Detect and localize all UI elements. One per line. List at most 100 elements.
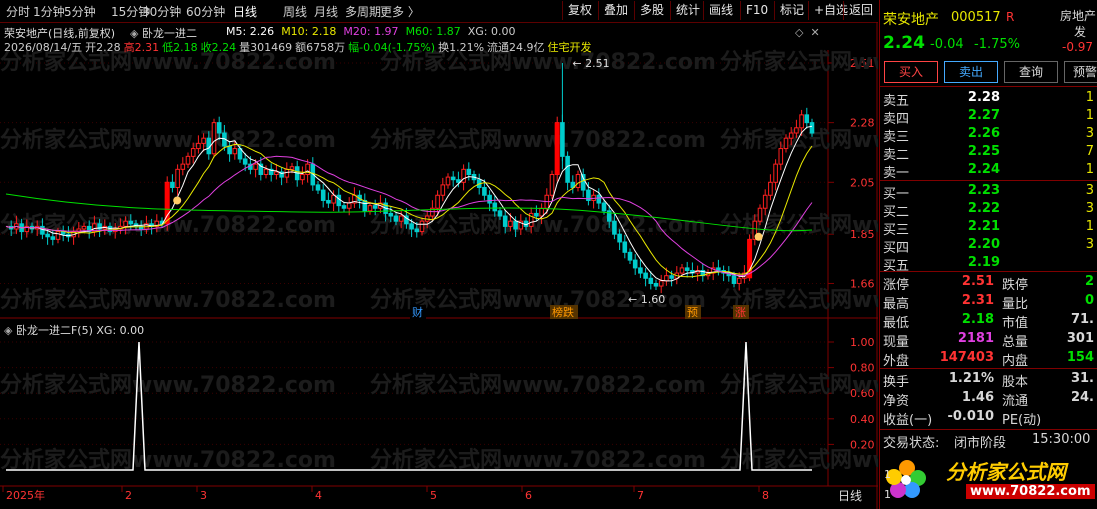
orderbook-row[interactable]: 卖四 2.27 1: [880, 107, 1097, 127]
candle-body: [123, 220, 128, 227]
ohlc-field: 2026/08/14/五: [4, 41, 83, 54]
buy-button[interactable]: 买入: [884, 61, 938, 83]
candle-body: [664, 275, 669, 282]
orderbook-row[interactable]: 买三 2.21 1: [880, 218, 1097, 238]
orderbook-volume: 7: [1085, 144, 1094, 159]
toolbar-button[interactable]: 标记: [774, 1, 809, 20]
watermark-text: 分析家公式网www.70822.com: [370, 447, 706, 473]
candle-body: [799, 114, 804, 129]
event-tag: 榜跌: [552, 305, 574, 319]
orderbook-price: 2.26: [967, 126, 1000, 141]
stat-value: 2.18: [961, 312, 994, 327]
price-tick-label: 2.05: [850, 176, 875, 189]
side-num: 1: [884, 468, 891, 481]
watermark-text: 分析家公式网www.70822.com: [0, 287, 336, 313]
period-tab[interactable]: 多周期: [345, 3, 381, 20]
ohlc-field: 换1.21%: [438, 41, 485, 54]
period-tab[interactable]: 更多 〉: [380, 3, 420, 20]
close-icon: ✕: [810, 26, 820, 39]
high-marker: ← 2.51: [572, 57, 609, 70]
orderbook-row[interactable]: 买一 2.23 3: [880, 182, 1097, 202]
candle-body: [731, 275, 737, 284]
candle-body: [643, 272, 648, 279]
quote-panel: 荣安地产 000517 R 房地产 发 2.24 -0.04 -1.75% -0…: [879, 0, 1097, 509]
stat-label: 最高: [883, 297, 910, 312]
orderbook-row[interactable]: 卖一 2.24 1: [880, 161, 1097, 181]
signal-dot: [173, 196, 182, 205]
limit-up-candle: [164, 182, 170, 224]
orderbook-volume: 1: [1085, 162, 1094, 177]
candle-body: [211, 122, 217, 155]
candle-body: [435, 194, 440, 209]
stat-value-2: 0: [1084, 293, 1094, 308]
orderbook-row[interactable]: 买四 2.20 3: [880, 236, 1097, 256]
period-tab[interactable]: 周线: [283, 3, 307, 20]
stat-value-2: 71.: [1070, 312, 1094, 327]
candle-body: [456, 179, 461, 183]
toolbar-button[interactable]: 画线: [703, 1, 738, 20]
orderbook-label: 卖一: [883, 166, 910, 181]
stat-value-2: 2: [1084, 274, 1094, 289]
trade-status-label: 交易状态:: [883, 436, 940, 451]
sub-tick-label: 0.40: [850, 413, 875, 426]
orderbook-row[interactable]: 卖二 2.25 7: [880, 143, 1097, 163]
toolbar-button[interactable]: 返回: [843, 1, 878, 20]
kline-chart-svg: 2.512.282.051.851.661.000.800.600.400.20…: [0, 22, 878, 509]
candle-body: [549, 174, 555, 196]
candle-body: [242, 158, 248, 165]
candle-body: [638, 267, 643, 274]
period-tab[interactable]: 分时: [6, 3, 30, 20]
stat-value-2: 301: [1066, 331, 1094, 346]
toolbar-button[interactable]: 多股: [634, 1, 669, 20]
orderbook-row[interactable]: 卖五 2.28 1: [880, 89, 1097, 109]
ohlc-field: 低2.18: [162, 41, 198, 54]
signal-dot: [754, 232, 763, 241]
candle-body: [185, 155, 191, 165]
toolbar-button[interactable]: 复权: [562, 1, 597, 20]
candle-body: [180, 163, 186, 170]
candle-body: [617, 233, 622, 243]
candle-body: [596, 194, 602, 204]
ma-label: M60: 1.87: [405, 25, 461, 38]
kline-chart-area[interactable]: 2.51 2.28 2.05 1.85 1.66 1.00 0.80 0.60 0.40 0.20…: [0, 22, 878, 509]
candle-body: [170, 181, 175, 188]
orderbook-price: 2.25: [967, 144, 1000, 159]
alert-button[interactable]: 预警: [1064, 61, 1097, 83]
candle-body: [50, 236, 56, 240]
trade-status: 闭市阶段: [954, 436, 1007, 451]
orderbook-row[interactable]: 卖三 2.26 3: [880, 125, 1097, 145]
orderbook-row[interactable]: 买二 2.22 3: [880, 200, 1097, 220]
candle-body: [627, 251, 633, 261]
gear-icon: ◈: [4, 324, 13, 337]
stat-row: 收益(一) -0.010 PE(动): [880, 408, 1097, 428]
sector-label[interactable]: 房地产: [1060, 7, 1096, 24]
candle-body: [762, 194, 768, 209]
watermark-text: 分析家公式网www.70822.com: [0, 447, 336, 473]
candle-body: [440, 184, 446, 196]
candle-body: [445, 176, 451, 186]
period-tab[interactable]: 60分钟: [186, 3, 225, 20]
period-tab[interactable]: 日线: [233, 3, 257, 20]
candle-body: [783, 137, 789, 150]
sub-indicator-title[interactable]: ◈ 卧龙一进二F(5) XG: 0.00: [4, 322, 144, 338]
period-tab[interactable]: 月线: [314, 3, 338, 20]
orderbook-volume: 1: [1085, 90, 1094, 105]
time-label: 2025年: [6, 488, 45, 502]
period-tab[interactable]: 30分钟: [142, 3, 181, 20]
toolbar-button[interactable]: F10: [740, 1, 773, 20]
ohlc-info-line: 2026/08/14/五 开2.28 高2.31 低2.18 收2.24 量301469 额…: [4, 39, 595, 55]
divider: [880, 271, 1097, 272]
query-button[interactable]: 查询: [1004, 61, 1058, 83]
period-tab[interactable]: 1分钟: [33, 3, 65, 20]
sell-button[interactable]: 卖出: [944, 61, 998, 83]
toolbar-button[interactable]: 统计: [670, 1, 705, 20]
orderbook-price: 2.27: [967, 108, 1000, 123]
toolbar-button[interactable]: 叠加: [598, 1, 633, 20]
stat-label-2: 内盘: [1002, 354, 1029, 369]
stat-label: 现量: [883, 335, 910, 350]
chart-control-icons[interactable]: ◇ ✕: [795, 26, 820, 39]
divider: [880, 429, 1097, 430]
candle-body: [201, 137, 206, 144]
period-tab[interactable]: 5分钟: [64, 3, 96, 20]
candle-body: [409, 223, 414, 230]
